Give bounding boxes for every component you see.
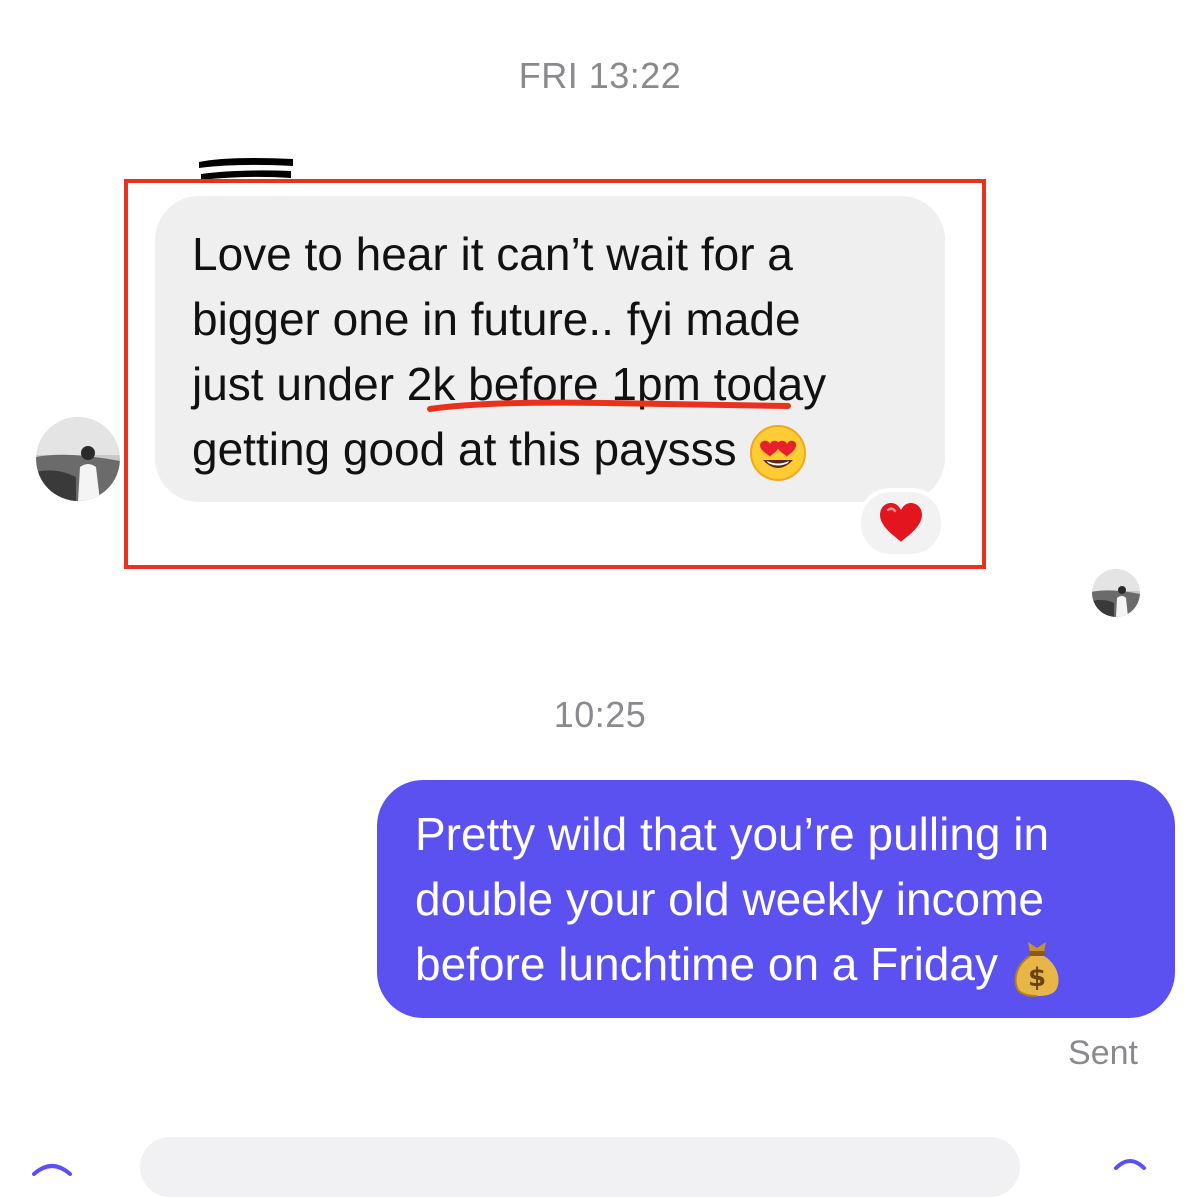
message-reaction[interactable] (857, 488, 945, 558)
camera-icon[interactable] (30, 1156, 74, 1176)
message-line-text: before lunchtime on a Friday (415, 938, 998, 990)
smiling-face-with-heart-eyes-icon (750, 424, 807, 481)
timestamp-fri: FRI 13:22 (518, 55, 682, 96)
message-line: double your old weekly income (415, 873, 1045, 925)
svg-text:$: $ (1028, 963, 1046, 993)
incoming-message-bubble[interactable]: Love to hear it can’t wait for a bigger … (155, 196, 945, 502)
message-line-with-emoji: before lunchtime on a Friday $ (415, 932, 1155, 998)
message-line-with-emoji: getting good at this paysss (192, 417, 925, 482)
contact-avatar[interactable] (36, 417, 120, 501)
red-underline-annotation (427, 399, 791, 412)
red-heart-icon (880, 503, 922, 542)
outgoing-message-bubble[interactable]: Pretty wild that you’re pulling in doubl… (377, 780, 1175, 1018)
message-line: Love to hear it can’t wait for a (192, 228, 793, 280)
message-composer-input[interactable] (140, 1137, 1020, 1197)
sent-status-label: Sent (1068, 1034, 1138, 1072)
message-line-text: getting good at this paysss (192, 423, 737, 475)
sticker-icon[interactable] (1110, 1150, 1150, 1170)
redacted-sender-name (199, 158, 293, 180)
message-line: Pretty wild that you’re pulling in (415, 808, 1050, 860)
message-line: bigger one in future.. fyi made (192, 293, 801, 345)
money-bag-icon: $ (1014, 941, 1059, 997)
read-receipt-avatar (1092, 569, 1140, 617)
timestamp-time: 10:25 (553, 694, 647, 735)
